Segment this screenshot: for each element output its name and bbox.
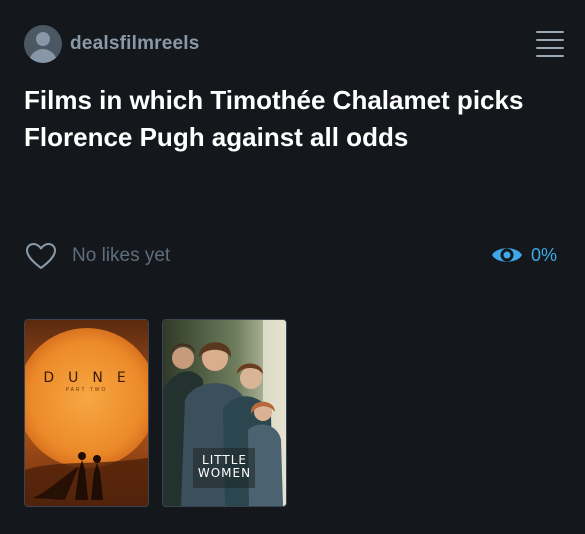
username-link[interactable]: dealsfilmreels: [70, 33, 200, 55]
dune-poster-art: [25, 320, 148, 506]
dune-subtitle-text: PART TWO: [65, 387, 108, 393]
dune-title-text: DUNE: [43, 370, 140, 386]
avatar-body: [29, 49, 57, 63]
heart-outline-icon[interactable]: [24, 241, 58, 271]
likes-count-text: No likes yet: [72, 245, 171, 266]
little-women-title-text: LITTLE WOMEN: [163, 454, 286, 480]
views-percent: 0%: [530, 244, 557, 265]
menu-line: [536, 31, 564, 33]
hamburger-menu-icon[interactable]: [536, 28, 564, 58]
eye-icon: [491, 248, 522, 262]
menu-line: [536, 55, 564, 57]
list-title: Films in which Timothée Chalamet picks F…: [24, 85, 524, 152]
menu-line: [536, 39, 564, 41]
avatar-head: [36, 32, 50, 46]
list-header: dealsfilmreels: [24, 24, 564, 64]
poster-grid: DUNE PART TWO LITTLE WOMEN: [24, 319, 300, 507]
user-avatar-icon[interactable]: [24, 25, 62, 63]
views-indicator: 0%: [491, 240, 557, 270]
poster-dune-part-two[interactable]: DUNE PART TWO: [24, 319, 149, 507]
list-page: dealsfilmreels Films in which Timothée C…: [0, 0, 585, 534]
poster-little-women[interactable]: LITTLE WOMEN: [162, 319, 287, 507]
little-women-title-line2: WOMEN: [197, 466, 252, 480]
likes-row: No likes yet: [24, 240, 170, 272]
menu-line: [536, 47, 564, 49]
